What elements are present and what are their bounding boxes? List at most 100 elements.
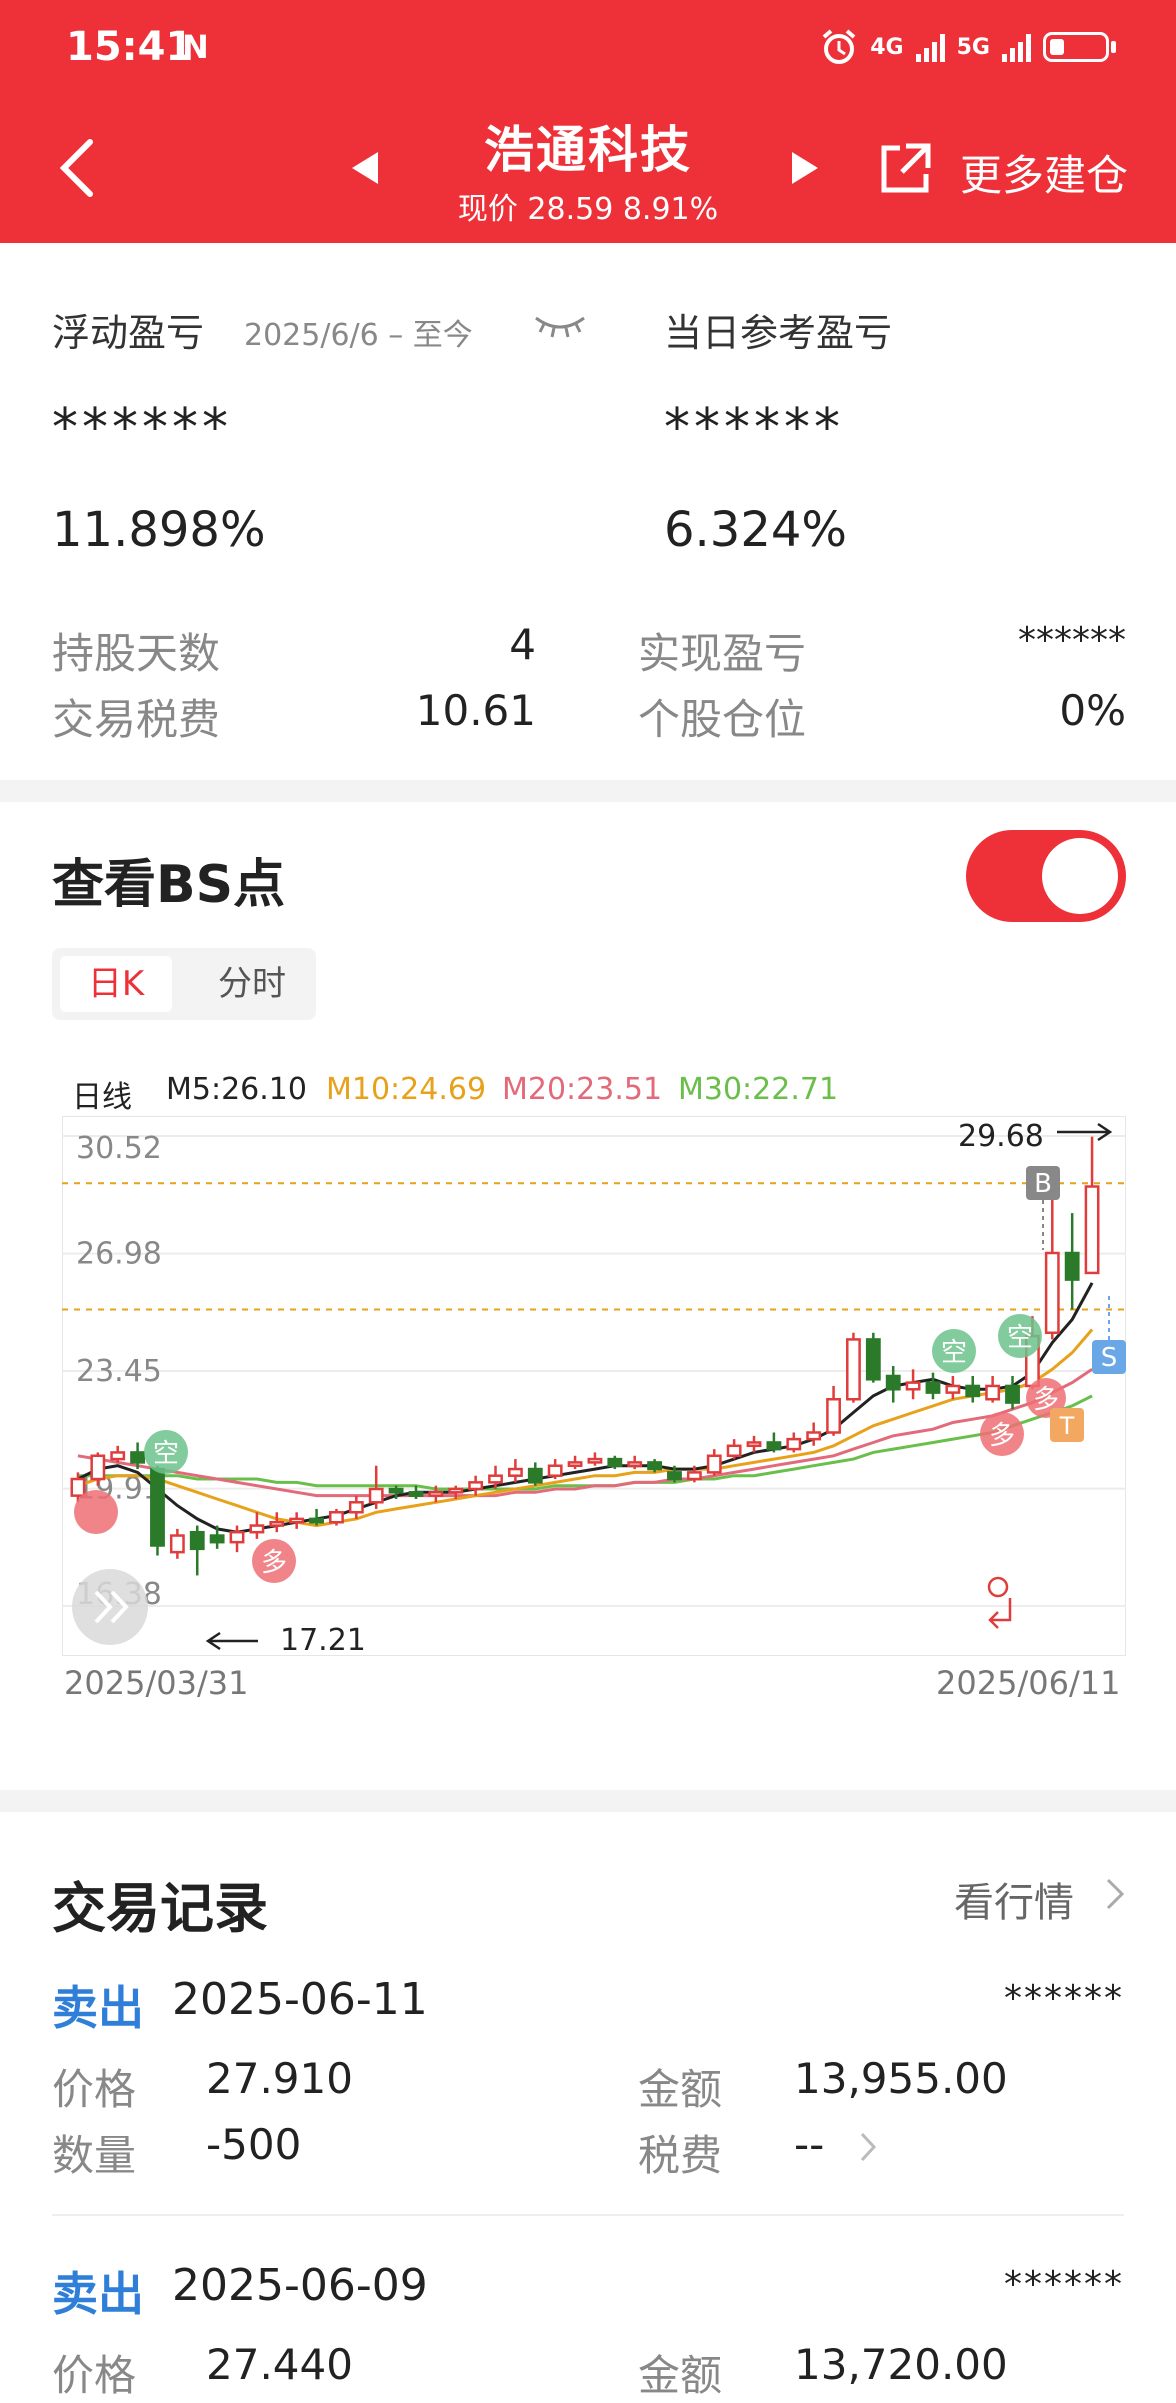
candle-body [706, 1454, 722, 1474]
chart-tabs: 日K 分时 [52, 948, 316, 1020]
battery-tip [1111, 41, 1116, 53]
daily-pl-label: 当日参考盈亏 [664, 311, 893, 355]
return-arrow-icon [988, 1598, 1012, 1629]
record-fee[interactable]: -- [794, 2120, 824, 2169]
buy-marker-text: B [1034, 1169, 1052, 1199]
record-price: 27.440 [206, 2340, 353, 2389]
candle-body [806, 1431, 822, 1441]
record-amount-masked: ****** [1004, 2264, 1124, 2305]
signal-long-text: 多 [989, 1421, 1015, 1451]
m30-line [77, 1394, 1093, 1491]
candle-body [408, 1491, 424, 1497]
record-total-label: 金额 [638, 2065, 723, 2114]
low-arrow [205, 1631, 258, 1651]
record-price-label: 价格 [52, 2065, 137, 2114]
position-value: 0% [1059, 686, 1126, 735]
signal-icon-2 [1002, 32, 1031, 62]
tax-label: 交易税费 [52, 695, 221, 744]
realized-pl-label: 实现盈亏 [638, 629, 807, 678]
candle-body [488, 1474, 503, 1484]
candle-body [826, 1398, 841, 1434]
floating-pct: 11.898% [52, 502, 266, 558]
candle-body [388, 1487, 404, 1494]
nfc-icon: N [182, 28, 209, 66]
position-label: 个股仓位 [638, 695, 807, 744]
candle-body [647, 1461, 663, 1471]
candle-body [368, 1487, 384, 1504]
daily-amount: ****** [664, 398, 844, 458]
y-tick-label: 30.52 [76, 1131, 162, 1166]
candle-body [1064, 1251, 1080, 1281]
candle-body [587, 1457, 603, 1464]
battery-icon [1043, 32, 1109, 62]
candle-body [686, 1471, 702, 1481]
tab-daily-k[interactable]: 日K [60, 956, 172, 1012]
candle-body [1005, 1384, 1020, 1404]
signal-icon [915, 32, 945, 62]
candle-body [985, 1384, 1001, 1401]
candle-body [726, 1444, 742, 1458]
candlestick-chart[interactable]: 30.5226.9823.4519.9116.3829.6817.21空空空多多… [62, 1116, 1126, 1656]
candle-body [547, 1464, 563, 1477]
high-label: 29.68 [958, 1119, 1044, 1154]
hold-days-label: 持股天数 [52, 629, 221, 678]
floating-period: 2025/6/6 – 至今 [244, 318, 473, 353]
record-type: 卖出 [52, 2267, 144, 2321]
candle-body [627, 1461, 643, 1467]
more-build-button[interactable]: 更多建仓 [960, 142, 1128, 203]
view-market-link[interactable]: 看行情 [954, 1870, 1074, 1928]
bs-title: 查看BS点 [52, 855, 286, 915]
candle-body [130, 1451, 146, 1464]
candle-body [925, 1381, 941, 1394]
record-price-label: 价格 [52, 2351, 137, 2400]
candle-body [448, 1487, 464, 1494]
legend-m20: M20:23.51 [502, 1072, 663, 1107]
candle-body [527, 1467, 543, 1484]
candle-body [667, 1471, 682, 1481]
floating-pl-label: 浮动盈亏 [52, 311, 205, 355]
realized-pl-value: ****** [1018, 620, 1126, 661]
signal-long-text: 多 [261, 1548, 287, 1578]
candle-body [766, 1441, 782, 1451]
chevron-right-icon[interactable] [858, 2128, 878, 2166]
bs-toggle[interactable] [966, 830, 1126, 922]
chevron-right-icon[interactable] [1104, 1874, 1126, 1914]
m5-line [77, 1282, 1094, 1534]
status-time: 15:41 [66, 24, 194, 70]
tab-intraday[interactable]: 分时 [196, 956, 308, 1012]
candle-body [70, 1477, 86, 1497]
record-fee-label: 税费 [638, 2131, 723, 2180]
record-date: 2025-06-11 [172, 1974, 428, 2025]
chart-end-date: 2025/06/11 [936, 1664, 1121, 1702]
app-header: 15:41 N 4G 5G 浩通科技 现价 28.59 8.91% 更多建仓 [0, 0, 1176, 243]
toggle-knob [1042, 838, 1118, 914]
section-divider [0, 780, 1176, 802]
hide-eye-icon[interactable] [532, 310, 588, 340]
return-marker [987, 1576, 1009, 1598]
alarm-icon [822, 29, 856, 64]
candle-body [428, 1491, 444, 1497]
candle-body [90, 1454, 106, 1481]
candle-body [1044, 1251, 1060, 1335]
share-icon[interactable] [876, 140, 934, 198]
sell-marker-text: S [1101, 1343, 1118, 1373]
record-amount-masked: ****** [1004, 1978, 1124, 2019]
legend-m10: M10:24.69 [326, 1072, 487, 1107]
record-divider [52, 2214, 1124, 2216]
t-marker-text: T [1059, 1412, 1075, 1440]
daily-pct: 6.324% [664, 502, 848, 558]
low-label: 17.21 [280, 1623, 366, 1656]
chart-start-date: 2025/03/31 [64, 1664, 249, 1702]
signal-long [74, 1490, 118, 1534]
hold-days-value: 4 [509, 620, 536, 669]
record-type: 卖出 [52, 1981, 144, 2035]
candle-body [209, 1534, 225, 1544]
next-stock-icon[interactable] [792, 152, 818, 184]
candle-body [110, 1451, 126, 1461]
candle-body [905, 1381, 921, 1391]
status-icons: 4G 5G [820, 28, 1116, 66]
candle-body [329, 1511, 344, 1524]
floating-amount: ****** [52, 398, 232, 458]
y-tick-label: 23.45 [76, 1354, 162, 1389]
y-tick-label: 26.98 [76, 1237, 162, 1272]
